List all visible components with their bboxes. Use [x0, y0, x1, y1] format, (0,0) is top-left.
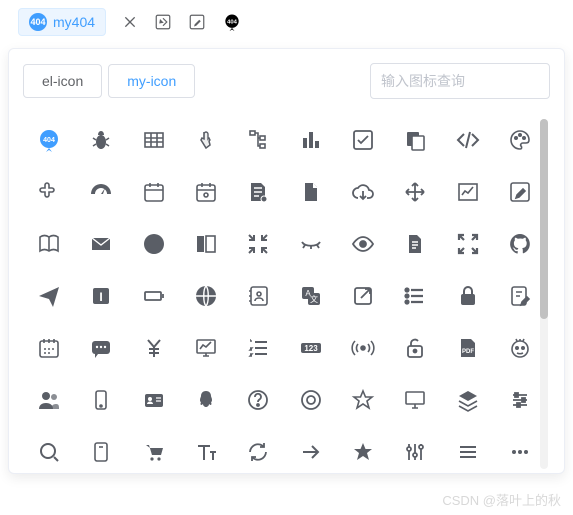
lock-icon[interactable] — [443, 273, 491, 319]
copy-icon[interactable] — [391, 117, 439, 163]
tab-my-icon[interactable]: my-icon — [108, 64, 195, 98]
close-icon[interactable] — [122, 14, 138, 30]
dashboard-icon[interactable] — [77, 169, 125, 215]
eye-open-icon[interactable] — [339, 221, 387, 267]
checkbox-checked-icon[interactable] — [339, 117, 387, 163]
layers-icon[interactable] — [443, 377, 491, 423]
cart-icon[interactable] — [130, 429, 178, 473]
sliders-icon[interactable] — [496, 377, 544, 423]
svg-text:404: 404 — [227, 20, 237, 26]
edit-note-icon[interactable] — [496, 273, 544, 319]
globe-icon[interactable] — [182, 273, 230, 319]
edit-outline-icon[interactable] — [154, 13, 172, 31]
radio-off-icon[interactable] — [286, 377, 334, 423]
selected-tag[interactable]: 404 my404 — [18, 8, 106, 36]
crosshair-icon[interactable] — [130, 221, 178, 267]
expand-icon[interactable] — [443, 221, 491, 267]
panel-header: el-icon my-icon — [23, 63, 550, 99]
tree-icon[interactable] — [234, 117, 282, 163]
broadcast-icon[interactable] — [339, 325, 387, 371]
more-icon[interactable] — [496, 429, 544, 473]
icon-picker-panel: el-icon my-icon 404 — [8, 48, 565, 474]
users-icon[interactable] — [25, 377, 73, 423]
puzzle-icon[interactable] — [25, 169, 73, 215]
text-tool-icon[interactable]: I — [77, 273, 125, 319]
code-icon[interactable] — [443, 117, 491, 163]
tab-group: el-icon my-icon — [23, 64, 195, 98]
id-card-icon[interactable] — [130, 377, 178, 423]
404-badge-icon: 404 — [29, 13, 47, 31]
chart-trend-icon[interactable] — [443, 169, 491, 215]
download-cloud-icon[interactable] — [339, 169, 387, 215]
calendar-marks-icon[interactable] — [25, 325, 73, 371]
top-toolbar: 404 my404 404 — [0, 0, 573, 44]
drag-icon[interactable] — [182, 117, 230, 163]
icon-grid-container: 404 — [23, 113, 550, 473]
move-icon[interactable] — [391, 169, 439, 215]
pdf-icon[interactable]: PDF — [443, 325, 491, 371]
arrow-right-icon[interactable] — [286, 429, 334, 473]
robot-icon[interactable] — [496, 325, 544, 371]
search2-icon[interactable] — [25, 429, 73, 473]
star-filled-icon[interactable] — [339, 429, 387, 473]
text-size-icon[interactable] — [182, 429, 230, 473]
side-panel-icon[interactable] — [182, 221, 230, 267]
404-black-icon[interactable]: 404 — [222, 12, 242, 32]
display-icon[interactable] — [391, 377, 439, 423]
qq-icon[interactable] — [182, 377, 230, 423]
svg-text:I: I — [100, 290, 103, 304]
date-picker-icon[interactable] — [182, 169, 230, 215]
svg-text:123: 123 — [304, 344, 318, 353]
palette-icon[interactable] — [496, 117, 544, 163]
scrollbar-thumb[interactable] — [540, 119, 548, 319]
device-icon[interactable] — [77, 429, 125, 473]
barchart-icon[interactable] — [286, 117, 334, 163]
github-icon[interactable] — [496, 221, 544, 267]
refresh-icon[interactable] — [234, 429, 282, 473]
svg-text:文: 文 — [310, 294, 318, 304]
search-input-wrapper[interactable] — [370, 63, 550, 99]
document-gear-icon[interactable] — [234, 169, 282, 215]
battery-icon[interactable] — [130, 273, 178, 319]
send-icon[interactable] — [25, 273, 73, 319]
star-icon[interactable] — [339, 377, 387, 423]
contacts-icon[interactable] — [234, 273, 282, 319]
ordered-list-icon[interactable] — [234, 325, 282, 371]
svg-text:404: 404 — [43, 137, 55, 144]
menu-icon[interactable] — [443, 429, 491, 473]
list-icon[interactable] — [391, 273, 439, 319]
icon-grid: 404 — [23, 113, 550, 473]
monitor-chart-icon[interactable] — [182, 325, 230, 371]
search-input[interactable] — [381, 73, 562, 89]
calendar-icon[interactable] — [130, 169, 178, 215]
tag-label: my404 — [53, 14, 95, 30]
unlock-icon[interactable] — [391, 325, 439, 371]
bug-icon[interactable] — [77, 117, 125, 163]
settings-sliders-icon[interactable] — [391, 429, 439, 473]
404-logo-icon[interactable]: 404 — [25, 117, 73, 163]
document-text-icon[interactable] — [391, 221, 439, 267]
tab-el-icon[interactable]: el-icon — [23, 64, 102, 98]
svg-text:PDF: PDF — [462, 349, 474, 355]
number-123-icon[interactable]: 123 — [286, 325, 334, 371]
message-icon[interactable] — [77, 325, 125, 371]
email-icon[interactable] — [77, 221, 125, 267]
mobile-icon[interactable] — [77, 377, 125, 423]
book-icon[interactable] — [25, 221, 73, 267]
document-basic-icon[interactable] — [286, 169, 334, 215]
translate-icon[interactable]: A文 — [286, 273, 334, 319]
watermark-text: CSDN @落叶上的秋 — [442, 490, 561, 509]
external-link-icon[interactable] — [339, 273, 387, 319]
eye-closed-icon[interactable] — [286, 221, 334, 267]
cny-icon[interactable] — [130, 325, 178, 371]
table-icon[interactable] — [130, 117, 178, 163]
question-circle-icon[interactable] — [234, 377, 282, 423]
compress-icon[interactable] — [234, 221, 282, 267]
edit-square-icon[interactable] — [188, 13, 206, 31]
edit-icon[interactable] — [496, 169, 544, 215]
